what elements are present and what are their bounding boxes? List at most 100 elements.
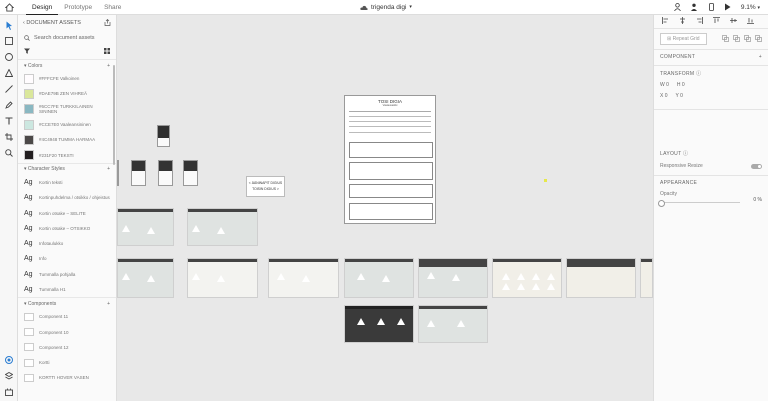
intersect-shape-icon[interactable]: [744, 34, 751, 44]
opacity-value[interactable]: 0 %: [753, 197, 762, 203]
component-row[interactable]: Component 10: [18, 324, 116, 339]
triangle-shape: [547, 283, 555, 290]
artboard-card[interactable]: [344, 258, 414, 298]
device-preview-icon[interactable]: [708, 2, 714, 13]
filter-icon[interactable]: [24, 48, 30, 56]
add-icon[interactable]: +: [107, 166, 110, 172]
width-field[interactable]: W 0: [660, 82, 669, 88]
user-icon[interactable]: [674, 2, 681, 13]
y-field[interactable]: Y 0: [676, 93, 683, 99]
component-name: Component 12: [39, 344, 69, 350]
color-swatch-row[interactable]: #FFFCFE Valkoinen: [18, 71, 116, 86]
align-left-icon[interactable]: [662, 17, 669, 26]
opacity-slider[interactable]: [658, 199, 740, 207]
select-tool-icon[interactable]: [4, 20, 14, 30]
grid-view-icon[interactable]: [104, 48, 110, 56]
artboard-card[interactable]: [640, 258, 653, 298]
add-shape-icon[interactable]: [722, 34, 729, 44]
color-name: #6CC7FE TURKKILAINEN SININEN: [39, 104, 93, 115]
design-canvas[interactable]: < ÄÄNINAPIT DIGIUS TOISIN DIGIUS > TOSI …: [117, 15, 653, 401]
char-style-row[interactable]: Ag Tummalla H1: [18, 282, 116, 297]
popup-card[interactable]: < ÄÄNINAPIT DIGIUS TOISIN DIGIUS >: [246, 176, 285, 197]
tab-share[interactable]: Share: [98, 0, 127, 15]
align-middle-icon[interactable]: [730, 17, 737, 26]
responsive-resize-toggle[interactable]: [751, 163, 762, 169]
share-user-icon[interactable]: [690, 3, 699, 13]
artboard-tool-icon[interactable]: [4, 132, 14, 142]
assets-scrollbar[interactable]: [113, 65, 115, 165]
boolean-ops: [722, 34, 762, 44]
tab-prototype[interactable]: Prototype: [58, 0, 98, 15]
color-swatch-row[interactable]: #6CC7FE TURKKILAINEN SININEN: [18, 102, 116, 117]
repeat-grid-button[interactable]: ⊞ Repeat Grid: [660, 33, 707, 45]
h-value: 0: [681, 82, 685, 88]
back-chevron-icon[interactable]: ‹: [23, 20, 25, 26]
add-icon[interactable]: +: [759, 54, 762, 60]
zoom-tool-icon[interactable]: [4, 148, 14, 158]
component-row[interactable]: Component 11: [18, 309, 116, 324]
pen-tool-icon[interactable]: [4, 100, 14, 110]
triangle-shape: [427, 272, 435, 279]
artboard-phone[interactable]: [117, 160, 119, 186]
export-icon[interactable]: [104, 18, 111, 28]
height-field[interactable]: H 0: [677, 82, 685, 88]
assets-panel-icon[interactable]: [4, 355, 14, 365]
color-swatch: [24, 104, 34, 115]
components-section-header[interactable]: ▾ Components +: [18, 297, 116, 309]
zoom-level[interactable]: 9.1% ▾: [741, 4, 760, 11]
chevron-down-icon: ▾: [24, 62, 27, 69]
appearance-section: APPEARANCE Opacity 0 %: [654, 176, 768, 216]
align-top-icon[interactable]: [713, 17, 720, 26]
artboard-phone[interactable]: [158, 160, 173, 186]
ellipse-tool-icon[interactable]: [4, 52, 14, 62]
plugins-panel-icon[interactable]: [4, 387, 14, 397]
artboard-phone[interactable]: [183, 160, 198, 186]
colors-title: Colors: [27, 62, 43, 69]
x-field[interactable]: X 0: [660, 93, 668, 99]
char-style-preview: Ag: [24, 240, 33, 248]
color-swatch-row[interactable]: #4C4948 TUMMA HARMAA: [18, 132, 116, 147]
colors-section-header[interactable]: ▾ Colors +: [18, 59, 116, 71]
color-swatch-row[interactable]: #231F20 TEKSTI: [18, 147, 116, 162]
text-tool-icon[interactable]: [4, 116, 14, 126]
component-row[interactable]: Kortti: [18, 355, 116, 370]
assets-search[interactable]: Search document assets: [18, 31, 116, 45]
component-row[interactable]: KORTTI HOVER VASEN: [18, 370, 116, 385]
char-style-row[interactable]: Ag Kortinpuhdelma / otsikko / ohjeistus: [18, 190, 116, 205]
layout-section: LAYOUT ⓘ Responsive Resize: [654, 146, 768, 176]
subtract-shape-icon[interactable]: [733, 34, 740, 44]
char-style-row[interactable]: Ag Info: [18, 251, 116, 266]
artboard-phone[interactable]: [131, 160, 146, 186]
tool-bar: [0, 15, 18, 401]
home-icon[interactable]: [0, 0, 18, 15]
polygon-tool-icon[interactable]: [4, 68, 14, 78]
rectangle-tool-icon[interactable]: [4, 36, 14, 46]
char-style-row[interactable]: Ag Tummalla pohjalla: [18, 267, 116, 282]
exclude-shape-icon[interactable]: [755, 34, 762, 44]
responsive-resize-label: Responsive Resize: [660, 163, 703, 169]
color-swatch: [24, 73, 34, 84]
tab-design[interactable]: Design: [26, 0, 59, 15]
char-style-row[interactable]: Ag Kortin teksti: [18, 175, 116, 190]
align-bottom-icon[interactable]: [747, 17, 754, 26]
line-tool-icon[interactable]: [4, 84, 14, 94]
opacity-row: 0 %: [658, 197, 762, 207]
char-style-row[interactable]: Ag Infotaulukko: [18, 236, 116, 251]
play-icon[interactable]: [724, 3, 731, 13]
char-styles-section-header[interactable]: ▾ Character Styles +: [18, 162, 116, 175]
char-style-row[interactable]: Ag Kortin otsake – SELITE: [18, 205, 116, 220]
align-right-icon[interactable]: [696, 17, 703, 26]
component-row[interactable]: Component 12: [18, 340, 116, 355]
char-style-row[interactable]: Ag Kortin otsake – OTSIKKO: [18, 221, 116, 236]
color-swatch-row[interactable]: #CCE7E0 Vaaleansininen: [18, 117, 116, 132]
artboard-phone[interactable]: [157, 125, 170, 147]
layers-panel-icon[interactable]: [4, 371, 14, 381]
add-icon[interactable]: +: [107, 301, 110, 307]
align-center-icon[interactable]: [679, 17, 686, 26]
color-swatch-row[interactable]: #DAE79B ZEN VIHREÄ: [18, 86, 116, 101]
document-title[interactable]: trigenda digi ▾: [360, 0, 412, 15]
triangle-shape: [547, 273, 555, 280]
add-icon[interactable]: +: [107, 63, 110, 69]
form-artboard[interactable]: TOSI DIGIA Vastausarkki: [344, 95, 436, 224]
artboard-card[interactable]: [566, 258, 636, 298]
